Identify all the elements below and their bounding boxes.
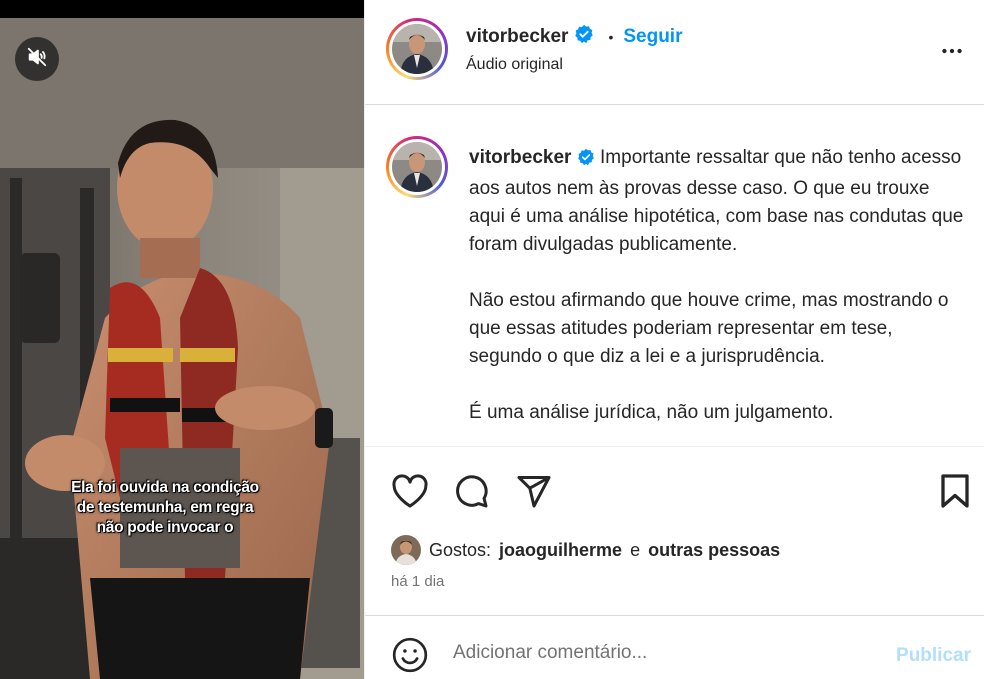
comment-bar: Publicar xyxy=(365,615,984,679)
save-button[interactable] xyxy=(939,473,971,514)
more-options-button[interactable] xyxy=(939,38,965,69)
likes-connector: e xyxy=(630,539,641,560)
like-button[interactable] xyxy=(391,473,429,514)
mute-button[interactable] xyxy=(15,37,59,81)
follow-button[interactable]: Seguir xyxy=(623,26,682,48)
paper-plane-icon xyxy=(516,473,552,514)
verified-badge-icon xyxy=(577,147,595,175)
publish-button[interactable]: Publicar xyxy=(896,645,971,667)
likes-prefix: Gostos: xyxy=(429,539,492,560)
likes-others-link[interactable]: outras pessoas xyxy=(648,540,780,561)
video-subtitle: Ela foi ouvida na condição de testemunha… xyxy=(71,479,259,536)
caption-author-avatar[interactable] xyxy=(386,136,448,198)
more-horizontal-icon xyxy=(939,48,965,68)
bookmark-icon xyxy=(939,473,971,514)
post-panel: vitorbecker • Seguir Áudio original vito… xyxy=(364,0,984,679)
heart-icon xyxy=(391,473,429,514)
liker-username[interactable]: joaoguilherme xyxy=(499,540,622,561)
header-user-row: vitorbecker • Seguir xyxy=(466,24,682,49)
reel-video[interactable]: Ela foi ouvida na condição de testemunha… xyxy=(0,0,364,679)
likes-summary: Gostos: joaoguilherme e outras pessoas xyxy=(391,535,780,565)
emoji-button[interactable] xyxy=(391,636,429,679)
comment-input[interactable] xyxy=(453,638,873,668)
author-avatar[interactable] xyxy=(386,18,448,80)
speaker-muted-icon xyxy=(26,46,48,73)
comment-bubble-icon xyxy=(453,473,489,514)
header-username[interactable]: vitorbecker xyxy=(466,26,568,48)
share-button[interactable] xyxy=(516,473,552,514)
post-header: vitorbecker • Seguir Áudio original xyxy=(365,0,984,105)
liker-avatar[interactable] xyxy=(391,535,421,565)
post-actions: Gostos: joaoguilherme e outras pessoas h… xyxy=(365,446,984,616)
caption-paragraph-2: Não estou afirmando que houve crime, mas… xyxy=(469,290,949,367)
caption-username[interactable]: vitorbecker xyxy=(469,147,571,168)
post-caption: vitorbecker Importante ressaltar que não… xyxy=(469,144,969,446)
comment-button[interactable] xyxy=(453,473,489,514)
video-top-bar xyxy=(0,0,364,18)
caption-paragraph-3: É uma análise jurídica, não um julgament… xyxy=(469,402,834,423)
audio-link[interactable]: Áudio original xyxy=(466,56,563,74)
separator-dot: • xyxy=(608,28,614,45)
verified-badge-icon xyxy=(574,24,594,49)
smiley-icon xyxy=(391,637,429,678)
post-time[interactable]: há 1 dia xyxy=(391,573,444,590)
caption-area: vitorbecker Importante ressaltar que não… xyxy=(365,106,984,446)
video-frame xyxy=(0,18,364,679)
